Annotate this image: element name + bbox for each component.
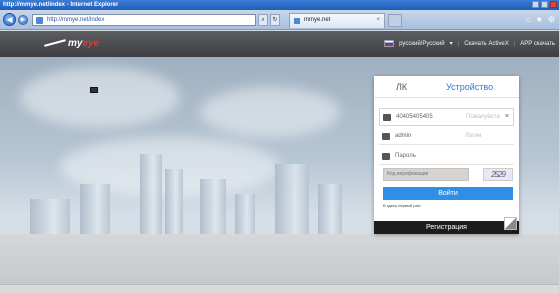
logo-accent: eye <box>82 38 100 49</box>
address-text: http://mmye.net/index <box>47 17 105 23</box>
download-activex-link[interactable]: Скачать ActiveX <box>464 41 509 47</box>
close-window-button[interactable] <box>550 1 557 8</box>
building <box>165 169 183 239</box>
building <box>30 199 70 239</box>
device-icon <box>383 114 391 121</box>
password-placeholder: Пароль <box>395 153 416 159</box>
device-id-value: 40405405405 <box>396 114 433 120</box>
new-tab-button[interactable] <box>388 14 402 27</box>
flag-marker-icon <box>90 87 98 93</box>
captcha-input[interactable]: Код верификации <box>383 168 469 181</box>
tools-icon[interactable]: ⚙ <box>548 15 555 25</box>
cloud <box>20 67 180 127</box>
building <box>318 184 342 239</box>
login-button[interactable]: Войти <box>383 187 513 200</box>
login-fields: 40405405405 Пожалуйста × admin Логин Пар… <box>379 102 514 165</box>
site-header: myeye русский/Русский ▾ | Скачать Active… <box>0 31 559 57</box>
address-bar[interactable]: http://mmye.net/index <box>32 14 256 26</box>
building <box>200 179 226 239</box>
password-field[interactable]: Пароль <box>379 148 514 165</box>
username-value: admin <box>395 133 412 139</box>
browser-tab[interactable]: mmye.net × <box>289 13 385 28</box>
clear-icon[interactable]: × <box>505 109 509 125</box>
device-id-hint: Пожалуйста <box>466 114 500 120</box>
tab-favicon-icon <box>294 18 300 24</box>
tab-device[interactable]: Устройство <box>446 82 493 92</box>
tab-label: mmye.net <box>304 17 331 23</box>
ground <box>0 234 559 284</box>
username-field[interactable]: admin Логин <box>379 128 514 145</box>
tab-close-icon[interactable]: × <box>376 14 380 27</box>
window-controls <box>532 1 557 8</box>
logo-prefix: my <box>68 38 83 49</box>
language-select[interactable]: русский/Русский <box>399 41 444 47</box>
russian-flag-icon <box>384 40 395 47</box>
site-favicon-icon <box>36 17 43 24</box>
header-links: русский/Русский ▾ | Скачать ActiveX | AP… <box>384 40 555 47</box>
building <box>235 194 255 239</box>
divider: | <box>457 40 460 47</box>
maximize-button[interactable] <box>541 1 548 8</box>
minimize-button[interactable] <box>532 1 539 8</box>
captcha-image[interactable]: 2529 <box>483 168 513 181</box>
home-icon[interactable]: ⌂ <box>526 15 531 25</box>
logo-swoosh-icon <box>44 39 66 48</box>
tab-lk[interactable]: ЛК <box>396 82 407 92</box>
back-button[interactable]: ◀ <box>3 13 16 26</box>
forward-button[interactable]: ▶ <box>18 15 28 25</box>
favorites-icon[interactable]: ★ <box>536 15 543 25</box>
login-tabs: ЛК Устройство <box>374 76 519 98</box>
building <box>140 154 162 239</box>
building <box>80 184 110 239</box>
refresh-icon[interactable]: ↻ <box>270 14 280 26</box>
register-button[interactable]: Регистрация <box>374 221 519 234</box>
search-icon[interactable]: ⌕ <box>258 14 268 26</box>
lock-icon <box>382 153 390 160</box>
captcha-row: Код верификации 2529 <box>383 168 513 181</box>
username-hint: Логин <box>465 133 482 139</box>
user-icon <box>382 133 390 140</box>
site-logo[interactable]: myeye <box>44 36 99 52</box>
chevron-down-icon[interactable]: ▾ <box>450 40 453 47</box>
divider: | <box>513 40 516 47</box>
login-panel: ЛК Устройство 40405405405 Пожалуйста × a… <box>374 76 519 234</box>
address-bar-buttons: ⌕ ↻ <box>258 14 280 26</box>
browser-title-bar: http://mmye.net/index - Internet Explore… <box>0 0 559 10</box>
device-id-field[interactable]: 40405405405 Пожалуйста × <box>379 108 514 126</box>
building <box>275 164 309 239</box>
window-title: http://mmye.net/index - Internet Explore… <box>3 2 119 8</box>
browser-toolbar: ◀ ▶ http://mmye.net/index ⌕ ↻ mmye.net ×… <box>0 10 559 30</box>
status-bar <box>0 284 559 293</box>
browser-command-icons: ⌂ ★ ⚙ <box>526 15 555 25</box>
qr-corner-icon[interactable] <box>504 217 517 230</box>
app-download-link[interactable]: APP скачать <box>520 41 555 47</box>
cloud <box>200 87 340 137</box>
first-time-link[interactable]: В здесь первый раз! <box>383 203 421 208</box>
